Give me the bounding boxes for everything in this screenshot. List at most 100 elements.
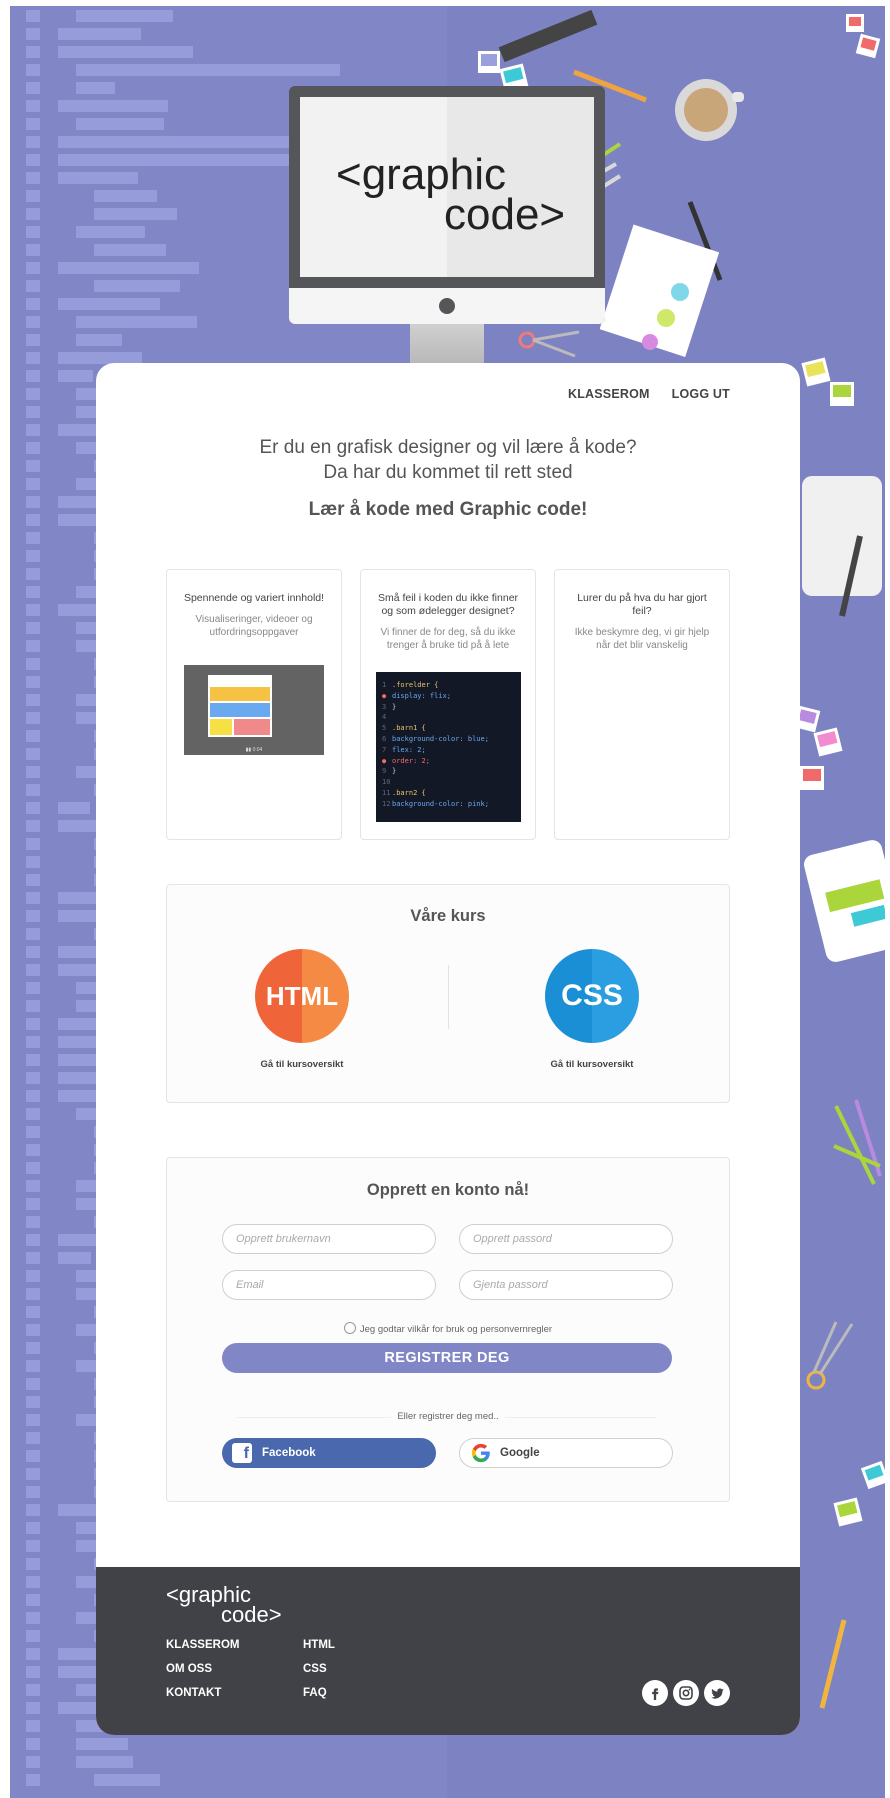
- nav-link-logout[interactable]: LOGG UT: [672, 387, 730, 401]
- courses-section: Våre kurs HTML Gå til kursoversikt CSS G…: [166, 884, 730, 1103]
- line-number: 1: [382, 681, 387, 689]
- layout-illustration: [208, 675, 272, 737]
- top-nav: KLASSEROM LOGG UT: [568, 387, 730, 401]
- video-time: 0:04: [252, 747, 263, 753]
- video-controls[interactable]: ▮▮ 0:04: [186, 747, 322, 753]
- nav-link-klasserom[interactable]: KLASSEROM: [568, 387, 650, 401]
- terms-row: Jeg godtar vilkår for bruk og personvern…: [167, 1322, 729, 1335]
- line-number: 6: [382, 734, 387, 743]
- code-text: display: flix;: [392, 691, 452, 700]
- footer-link-klasserom[interactable]: KLASSEROM: [166, 1639, 239, 1651]
- twitter-icon[interactable]: [704, 1680, 730, 1706]
- footer-link-html[interactable]: HTML: [303, 1639, 335, 1651]
- hero-text: Er du en grafisk designer og vil lære å …: [96, 435, 800, 485]
- code-line: 6 background-color: blue;: [382, 734, 515, 745]
- feature-title: Spennende og variert innhold!: [183, 592, 325, 604]
- html-badge-icon[interactable]: HTML: [255, 949, 349, 1043]
- feature-card-debugging: Små feil i koden du ikke finner og som ø…: [360, 569, 536, 840]
- code-text: background-color: blue;: [392, 734, 489, 743]
- signup-section: Opprett en konto nå! Jeg godtar vilkår f…: [166, 1157, 730, 1502]
- username-input[interactable]: [222, 1224, 436, 1254]
- code-line: 11 .barn2 {: [382, 788, 515, 799]
- code-text: }: [392, 702, 397, 711]
- code-text: background-color: pink;: [392, 799, 489, 808]
- footer-link-kontakt[interactable]: KONTAKT: [166, 1687, 239, 1699]
- feature-card-help: Lurer du på hva du har gjort feil? Ikke …: [554, 569, 730, 840]
- course-link-css[interactable]: Gå til kursoversikt: [522, 1059, 662, 1070]
- course-html[interactable]: HTML Gå til kursoversikt: [232, 949, 372, 1070]
- feature-card-content: Spennende og variert innhold! Visualiser…: [166, 569, 342, 840]
- code-line: ● order: 2;: [382, 756, 515, 767]
- code-line: 3}: [382, 702, 515, 713]
- facebook-signup-button[interactable]: f Facebook: [222, 1438, 436, 1468]
- code-text: .forelder {: [392, 681, 439, 689]
- code-text: flex: 2;: [392, 745, 426, 754]
- google-icon: [471, 1443, 490, 1463]
- main-card: KLASSEROM LOGG UT Er du en grafisk desig…: [96, 363, 800, 1735]
- facebook-label: Facebook: [262, 1447, 316, 1459]
- or-text: Eller registrer deg med..: [391, 1411, 505, 1422]
- logo-line-2: code>: [221, 1602, 282, 1627]
- footer-link-faq[interactable]: FAQ: [303, 1687, 335, 1699]
- divider: [448, 965, 449, 1029]
- line-number: 11: [382, 788, 391, 797]
- footer-links-col2: HTML CSS FAQ: [303, 1639, 335, 1699]
- feature-description: Visualiseringer, videoer og utfordringso…: [195, 614, 313, 638]
- google-signup-button[interactable]: Google: [459, 1438, 673, 1468]
- terms-radio[interactable]: [343, 1322, 356, 1334]
- terms-label[interactable]: Jeg godtar vilkår for bruk og personvern…: [360, 1324, 552, 1335]
- monitor-button-icon: [439, 298, 455, 314]
- play-icon[interactable]: ▮▮: [246, 747, 252, 753]
- facebook-icon[interactable]: [642, 1680, 668, 1706]
- google-label: Google: [500, 1447, 540, 1459]
- hero-logo: <graphic code>: [336, 153, 566, 239]
- monitor-screen: <graphic code>: [300, 97, 594, 277]
- code-line: 12 background-color: pink;: [382, 799, 515, 810]
- error-marker-icon: ●: [382, 756, 387, 765]
- footer-link-css[interactable]: CSS: [303, 1663, 335, 1675]
- facebook-icon: f: [232, 1443, 252, 1463]
- email-input[interactable]: [222, 1270, 436, 1300]
- code-snippet: 1 .forelder {● display: flix; 3} 4 5 .barn1 {6…: [376, 672, 521, 822]
- line-number: 5: [382, 724, 387, 733]
- code-line: ● display: flix;: [382, 691, 515, 702]
- video-preview[interactable]: ▮▮ 0:04: [184, 665, 324, 755]
- feature-description: Vi finner de for deg, så du ikke trenger…: [380, 627, 516, 651]
- code-line: 1 .forelder {: [382, 680, 515, 691]
- code-line: 10: [382, 777, 515, 788]
- css-badge-icon[interactable]: CSS: [545, 949, 639, 1043]
- code-text: order: 2;: [392, 756, 430, 765]
- line-number: 9: [382, 767, 387, 776]
- register-button[interactable]: REGISTRER DEG: [222, 1343, 672, 1373]
- repeat-password-input[interactable]: [459, 1270, 673, 1300]
- or-divider-text: Eller registrer deg med..: [167, 1411, 729, 1422]
- footer: <graphic code> KLASSEROM OM OSS KONTAKT …: [96, 1567, 800, 1735]
- hero-headline: Lær å kode med Graphic code!: [308, 499, 588, 520]
- footer-logo[interactable]: <graphic code>: [166, 1584, 282, 1627]
- course-link-html[interactable]: Gå til kursoversikt: [232, 1059, 372, 1070]
- feature-title: Lurer du på hva du har gjort feil?: [577, 592, 707, 617]
- code-line: 4: [382, 712, 515, 723]
- feature-title: Små feil i koden du ikke finner og som ø…: [377, 592, 519, 617]
- line-number: 12: [382, 799, 391, 808]
- feature-description: Ikke beskymre deg, vi gir hjelp når det …: [574, 627, 710, 651]
- code-text: .barn1 {: [392, 724, 426, 733]
- password-input[interactable]: [459, 1224, 673, 1254]
- hero-line-1: Er du en grafisk designer og vil lære å …: [259, 437, 637, 458]
- code-line: 5 .barn1 {: [382, 723, 515, 734]
- course-css[interactable]: CSS Gå til kursoversikt: [522, 949, 662, 1070]
- monitor-stand: [410, 324, 484, 364]
- error-marker-icon: ●: [382, 691, 387, 700]
- line-number: 3: [382, 702, 387, 711]
- code-line: 7 flex: 2;: [382, 745, 515, 756]
- footer-link-om-oss[interactable]: OM OSS: [166, 1663, 239, 1675]
- code-text: }: [392, 767, 397, 776]
- line-number: 10: [382, 778, 391, 787]
- logo-line-2: code>: [444, 190, 566, 239]
- code-text: .barn2 {: [392, 788, 426, 797]
- line-number: 4: [382, 713, 387, 722]
- code-line: 9}: [382, 766, 515, 777]
- instagram-icon[interactable]: [673, 1680, 699, 1706]
- footer-links-col1: KLASSEROM OM OSS KONTAKT: [166, 1639, 239, 1699]
- signup-title: Opprett en konto nå!: [366, 1181, 530, 1199]
